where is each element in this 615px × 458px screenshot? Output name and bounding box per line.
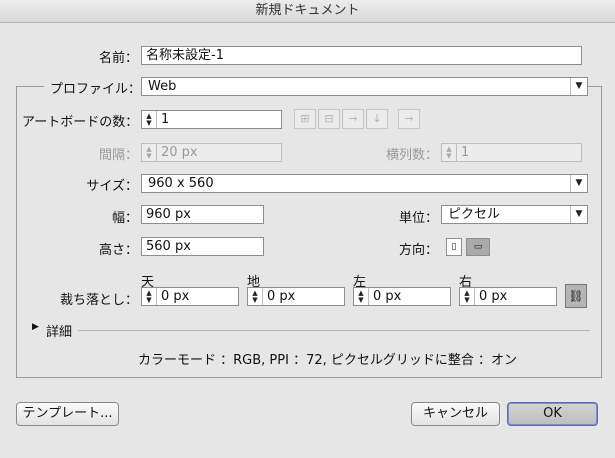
disclosure-triangle-icon[interactable]: ▶ bbox=[32, 322, 39, 332]
height-field[interactable]: 560 px bbox=[141, 237, 264, 256]
columns-value: 1 bbox=[461, 145, 470, 160]
spacing-stepper[interactable]: ▲ ▼ 20 px bbox=[141, 143, 282, 162]
stepper-arrows-icon: ▲ ▼ bbox=[442, 144, 457, 161]
artboard-count-stepper[interactable]: ▲ ▼ 1 bbox=[141, 110, 282, 129]
stepper-arrows-icon[interactable]: ▲ ▼ bbox=[354, 288, 369, 305]
document-summary: カラーモード ：RGB, PPI ：72, ピクセルグリッドに整合 ：オン bbox=[138, 353, 518, 368]
portrait-orientation-button[interactable]: ▯ bbox=[446, 238, 462, 256]
arrange-by-column-icon[interactable]: ↓ bbox=[366, 109, 388, 129]
bleed-bottom-value: 0 px bbox=[267, 289, 296, 304]
grid-by-row-icon[interactable]: ⊞ bbox=[294, 109, 316, 129]
profile-label: プロファイル： bbox=[44, 78, 148, 97]
artboard-count-label: アートボードの数： bbox=[22, 115, 139, 130]
chevron-down-icon: ▼ bbox=[570, 175, 587, 192]
columns-label: 横列数： bbox=[385, 148, 438, 163]
ok-button[interactable]: OK bbox=[507, 402, 598, 426]
profile-select[interactable]: Web ▼ bbox=[141, 77, 588, 96]
orientation-label: 方向： bbox=[398, 243, 438, 258]
bleed-right-stepper[interactable]: ▲ ▼ 0 px bbox=[459, 287, 557, 306]
profile-select-value: Web bbox=[148, 79, 177, 94]
templates-button[interactable]: テンプレート... bbox=[16, 402, 119, 426]
bleed-bottom-stepper[interactable]: ▲ ▼ 0 px bbox=[247, 287, 345, 306]
bleed-left-value: 0 px bbox=[373, 289, 402, 304]
height-label: 高さ： bbox=[98, 243, 138, 258]
spacing-label: 間隔： bbox=[98, 148, 138, 163]
bleed-top-stepper[interactable]: ▲ ▼ 0 px bbox=[141, 287, 239, 306]
units-label: 単位： bbox=[398, 211, 438, 226]
spacing-value: 20 px bbox=[161, 145, 198, 160]
link-bleed-chain-icon[interactable]: ⛓ bbox=[565, 284, 587, 308]
width-label: 幅： bbox=[111, 211, 138, 226]
chevron-down-icon: ▼ bbox=[570, 78, 587, 95]
artboard-count-value: 1 bbox=[161, 112, 170, 127]
stepper-arrows-icon: ▲ ▼ bbox=[142, 144, 157, 161]
right-to-left-icon[interactable]: → bbox=[398, 109, 420, 129]
landscape-orientation-button[interactable]: ▭ bbox=[466, 238, 490, 256]
units-select-value: ピクセル bbox=[448, 207, 501, 222]
stepper-arrows-icon[interactable]: ▲ ▼ bbox=[142, 111, 157, 128]
cancel-button[interactable]: キャンセル bbox=[411, 402, 500, 426]
name-label: 名前： bbox=[98, 51, 138, 66]
size-select-value: 960 x 560 bbox=[148, 176, 214, 191]
name-field[interactable]: 名称未設定-1 bbox=[141, 46, 582, 65]
bleed-right-value: 0 px bbox=[479, 289, 508, 304]
stepper-arrows-icon[interactable]: ▲ ▼ bbox=[460, 288, 475, 305]
bleed-top-value: 0 px bbox=[161, 289, 190, 304]
bleed-left-stepper[interactable]: ▲ ▼ 0 px bbox=[353, 287, 451, 306]
grid-by-column-icon[interactable]: ⊟ bbox=[318, 109, 340, 129]
columns-stepper[interactable]: ▲ ▼ 1 bbox=[441, 143, 582, 162]
advanced-divider bbox=[78, 330, 590, 331]
size-label: サイズ： bbox=[86, 179, 138, 194]
width-field[interactable]: 960 px bbox=[141, 205, 264, 224]
units-select[interactable]: ピクセル ▼ bbox=[441, 205, 588, 224]
bleed-label: 裁ち落とし： bbox=[59, 293, 138, 308]
stepper-arrows-icon[interactable]: ▲ ▼ bbox=[142, 288, 157, 305]
advanced-label[interactable]: 詳細 bbox=[46, 321, 72, 340]
chevron-down-icon: ▼ bbox=[570, 206, 587, 223]
stepper-arrows-icon[interactable]: ▲ ▼ bbox=[248, 288, 263, 305]
arrange-by-row-icon[interactable]: → bbox=[342, 109, 364, 129]
size-select[interactable]: 960 x 560 ▼ bbox=[141, 174, 588, 193]
window-title: 新規ドキュメント bbox=[0, 0, 615, 23]
